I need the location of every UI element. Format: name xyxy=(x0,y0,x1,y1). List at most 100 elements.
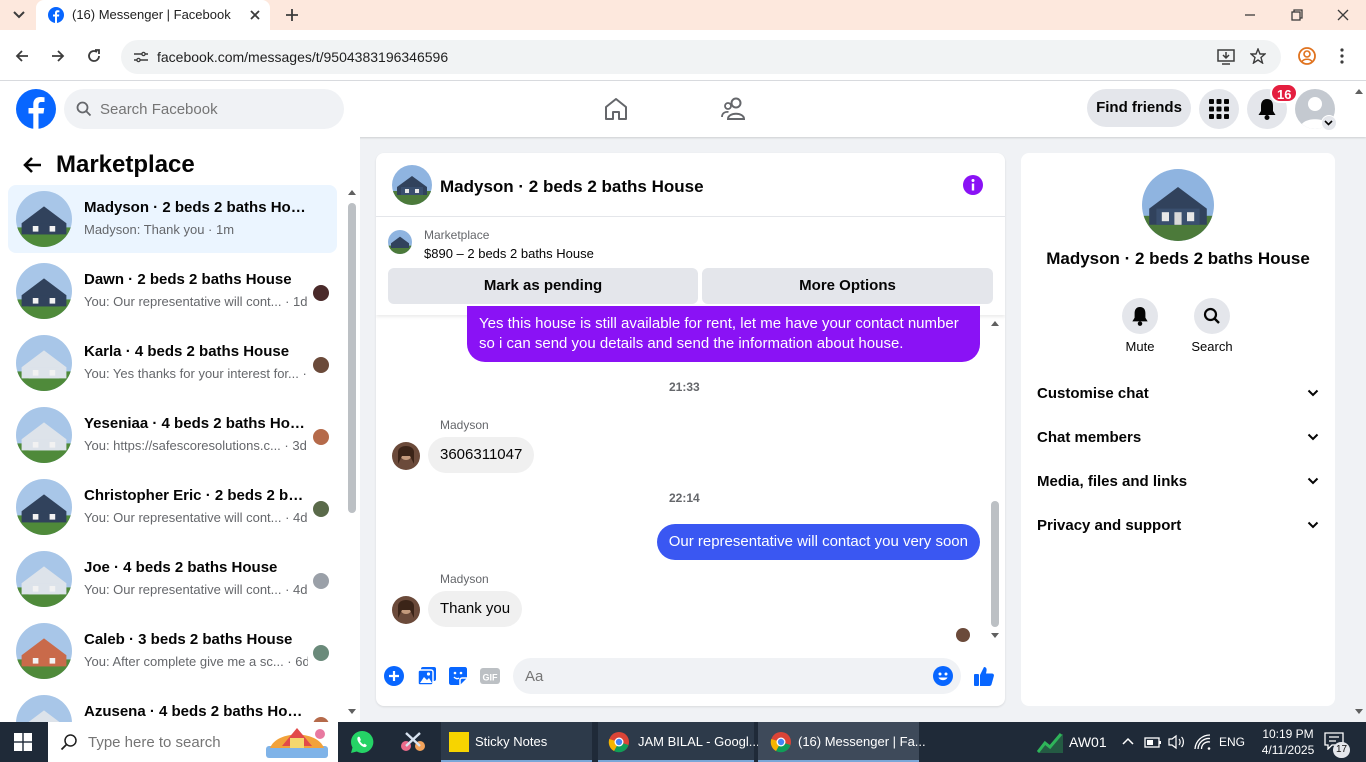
chrome-icon xyxy=(770,731,792,753)
site-info-icon[interactable] xyxy=(133,50,149,64)
conversation-item[interactable]: Karla · 4 beds 2 baths House You: Yes tha… xyxy=(8,329,337,397)
home-icon[interactable] xyxy=(603,96,629,122)
taskbar-app-chrome-messenger[interactable]: (16) Messenger | Fa... xyxy=(758,722,926,762)
message-input[interactable] xyxy=(525,658,925,694)
info-icon[interactable] xyxy=(963,175,983,195)
install-app-icon[interactable] xyxy=(1217,49,1235,65)
account-chevron-icon[interactable] xyxy=(1321,115,1337,131)
sender-name: Madyson xyxy=(440,418,489,432)
taskbar-app-sticky-notes[interactable]: Sticky Notes xyxy=(441,722,592,762)
chat-scroll-down-icon[interactable] xyxy=(990,632,1000,640)
system-clock[interactable]: 10:19 PM 4/11/2025 xyxy=(1256,726,1320,758)
address-bar[interactable]: facebook.com/messages/t/9504383196346596 xyxy=(121,40,1281,74)
message-timestamp: 21:33 xyxy=(669,380,700,394)
chat-info-avatar[interactable] xyxy=(1142,169,1214,241)
wifi-icon[interactable] xyxy=(1193,734,1211,750)
conversation-item[interactable]: Caleb · 3 beds 2 baths House You: After c… xyxy=(8,617,337,685)
emoji-icon[interactable] xyxy=(933,666,953,686)
chat-scrollbar[interactable] xyxy=(991,501,999,627)
battery-icon[interactable] xyxy=(1143,734,1163,750)
browser-tab-bar: (16) Messenger | Facebook xyxy=(0,0,1366,30)
conversation-list-scrollbar[interactable] xyxy=(348,203,356,513)
page-scroll-down-icon[interactable] xyxy=(1354,708,1364,716)
search-conversation-button[interactable] xyxy=(1194,298,1230,334)
info-section-toggle[interactable]: Customise chat xyxy=(1037,374,1319,414)
volume-icon[interactable] xyxy=(1167,734,1187,750)
reload-icon[interactable] xyxy=(86,48,102,64)
new-tab-plus-icon[interactable] xyxy=(284,7,300,23)
info-section-toggle[interactable]: Chat members xyxy=(1037,418,1319,458)
chat-listing-thumb[interactable] xyxy=(392,165,432,205)
facebook-logo-icon[interactable] xyxy=(16,89,56,129)
conversation-name: Yeseniaa · 4 beds 2 baths House xyxy=(84,415,308,432)
photo-icon[interactable] xyxy=(417,666,437,686)
sender-avatar[interactable] xyxy=(392,596,420,624)
conversation-preview: You: https://safescoresolutions.c... · 3… xyxy=(84,438,307,453)
message-incoming[interactable]: 3606311047 xyxy=(428,437,535,473)
message-incoming[interactable]: Thank you xyxy=(428,591,523,627)
back-arrow-icon[interactable] xyxy=(22,156,42,174)
close-window-icon[interactable] xyxy=(1336,8,1350,22)
thumbs-up-icon[interactable] xyxy=(973,665,995,687)
windows-start-icon[interactable] xyxy=(14,733,32,751)
list-scroll-up-icon[interactable] xyxy=(347,188,357,196)
gif-icon[interactable]: GIF xyxy=(479,666,501,686)
tab-search-chevron-icon[interactable] xyxy=(11,8,27,22)
facebook-search-box[interactable] xyxy=(64,89,344,129)
grid-icon xyxy=(1209,99,1229,119)
minimize-window-icon[interactable] xyxy=(1243,8,1257,22)
facebook-search-input[interactable] xyxy=(100,89,330,129)
aw-indicator[interactable]: AW01 xyxy=(1069,734,1107,750)
search-icon xyxy=(60,733,78,751)
conversation-item[interactable]: Madyson · 2 beds 2 baths House Madyson: T… xyxy=(8,185,337,253)
marketplace-listing-bar: Marketplace $890 – 2 beds 2 baths House … xyxy=(376,217,1005,315)
tray-chevron-up-icon[interactable] xyxy=(1121,736,1135,746)
friends-icon[interactable] xyxy=(721,96,749,122)
chat-scroll-up-icon[interactable] xyxy=(990,319,1000,327)
sender-avatar[interactable] xyxy=(392,442,420,470)
forward-arrow-icon[interactable] xyxy=(50,48,66,64)
page-scroll-up-icon[interactable] xyxy=(1354,87,1364,95)
search-icon xyxy=(1203,307,1221,325)
message-composer[interactable] xyxy=(513,658,961,694)
conversation-item[interactable]: Christopher Eric · 2 beds 2 bat... You: O… xyxy=(8,473,337,541)
find-friends-button[interactable]: Find friends xyxy=(1087,89,1191,127)
snipping-tool-icon[interactable] xyxy=(399,731,427,753)
browser-toolbar: facebook.com/messages/t/9504383196346596 xyxy=(0,30,1366,81)
close-tab-icon[interactable] xyxy=(248,8,262,22)
browser-tab-messenger[interactable]: (16) Messenger | Facebook xyxy=(36,0,270,30)
conversation-preview: You: Our representative will cont... · 1… xyxy=(84,294,308,309)
info-section-label: Chat members xyxy=(1037,429,1142,446)
back-arrow-icon[interactable] xyxy=(14,48,30,64)
taskbar-search-input[interactable] xyxy=(88,722,288,762)
mute-button[interactable] xyxy=(1122,298,1158,334)
taskbar-app-label: (16) Messenger | Fa... xyxy=(798,734,926,749)
sender-name: Madyson xyxy=(440,572,489,586)
more-options-button[interactable]: More Options xyxy=(702,268,993,304)
message-outgoing[interactable]: Yes this house is still available for re… xyxy=(467,306,980,362)
bookmark-star-icon[interactable] xyxy=(1250,48,1266,64)
info-section-toggle[interactable]: Media, files and links xyxy=(1037,462,1319,502)
message-outgoing[interactable]: Our representative will contact you very… xyxy=(656,524,980,560)
taskbar-app-chrome-jam[interactable]: JAM BILAL - Googl... xyxy=(598,722,760,762)
participant-avatar xyxy=(313,645,329,661)
info-section-label: Privacy and support xyxy=(1037,517,1182,534)
mark-as-pending-button[interactable]: Mark as pending xyxy=(388,268,698,304)
chevron-down-icon xyxy=(1307,388,1319,398)
language-indicator[interactable]: ENG xyxy=(1219,735,1245,749)
whatsapp-icon[interactable] xyxy=(350,730,374,754)
conversation-item[interactable]: Dawn · 2 beds 2 baths House You: Our repr… xyxy=(8,257,337,325)
taskbar-search-box[interactable] xyxy=(48,722,338,762)
listing-price-title[interactable]: $890 – 2 beds 2 baths House xyxy=(424,246,594,261)
profile-icon[interactable] xyxy=(1298,47,1316,65)
menu-grid-button[interactable] xyxy=(1199,89,1239,129)
info-section-toggle[interactable]: Privacy and support xyxy=(1037,506,1319,546)
sticker-icon[interactable] xyxy=(448,666,468,686)
conversation-item[interactable]: Joe · 4 beds 2 baths House You: Our repre… xyxy=(8,545,337,613)
plus-circle-icon[interactable] xyxy=(384,666,404,686)
conversation-item[interactable]: Yeseniaa · 4 beds 2 baths House You: http… xyxy=(8,401,337,469)
stock-chart-icon[interactable] xyxy=(1037,731,1063,753)
list-scroll-down-icon[interactable] xyxy=(347,708,357,716)
restore-window-icon[interactable] xyxy=(1290,8,1304,22)
browser-menu-icon[interactable] xyxy=(1338,47,1346,65)
